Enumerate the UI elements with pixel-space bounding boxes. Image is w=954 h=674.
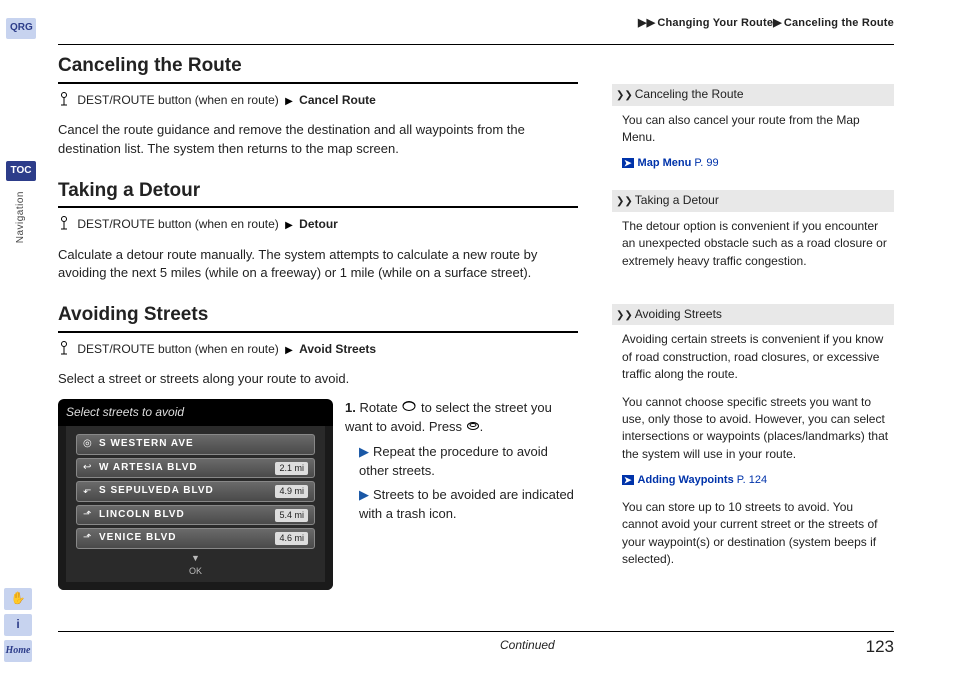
play-icon: ▶: [285, 220, 293, 231]
main-column: Canceling the Route DEST/ROUTE button (w…: [58, 52, 578, 590]
street-row[interactable]: ⬏LINCOLN BLVD5.4 mi: [76, 505, 315, 526]
continued-label: Continued: [500, 637, 555, 654]
triangle-icon: ▶: [359, 444, 369, 459]
turn-icon: ◎: [83, 437, 99, 452]
heading-cancel: Canceling the Route: [58, 52, 578, 84]
street-name: LINCOLN BLVD: [99, 508, 275, 523]
street-name: S SEPULVEDA BLVD: [99, 484, 275, 499]
sub-1: ▶Repeat the procedure to avoid other str…: [359, 443, 578, 481]
info-cancel-p1: You can also cancel your route from the …: [622, 112, 890, 147]
play-icon: ▶: [285, 345, 293, 356]
page-number: 123: [866, 635, 894, 660]
info-avoid-p2: You cannot choose specific streets you w…: [622, 394, 890, 464]
press-icon: [466, 419, 480, 434]
step-number: 1.: [345, 400, 356, 415]
chevrons-icon: ❯❯: [616, 90, 633, 101]
street-distance: 5.4 mi: [275, 509, 308, 522]
path-detour: DEST/ROUTE button (when en route) ▶ Deto…: [58, 216, 578, 235]
triangle-icon: ▶: [359, 487, 369, 502]
info-head-detour: ❯❯Taking a Detour: [612, 190, 894, 212]
qrg-tab[interactable]: QRG: [6, 18, 36, 39]
step-row: Select streets to avoid ◎S WESTERN AVE↩W…: [58, 399, 578, 590]
turn-icon: ↩: [83, 461, 99, 476]
path-cancel-pre: DEST/ROUTE button (when en route): [77, 93, 278, 107]
side-tabs: QRG TOC Navigation: [3, 18, 39, 243]
steps: 1. Rotate to select the street you want …: [345, 399, 578, 590]
ok-label: ▼OK: [76, 552, 315, 578]
chevrons-icon: ❯❯: [616, 196, 633, 207]
heading-detour: Taking a Detour: [58, 177, 578, 209]
path-detour-pre: DEST/ROUTE button (when en route): [77, 217, 278, 231]
toc-tab[interactable]: TOC: [6, 161, 36, 182]
side-nav-icons: ✋ i Home: [3, 588, 33, 662]
detour-body: Calculate a detour route manually. The s…: [58, 246, 578, 284]
street-name: VENICE BLVD: [99, 531, 275, 546]
avoid-body: Select a street or streets along your ro…: [58, 370, 578, 389]
street-name: W ARTESIA BLVD: [99, 461, 275, 476]
breadcrumb-sep: ▶: [773, 17, 782, 29]
info-detour: ❯❯Taking a Detour The detour option is c…: [612, 190, 894, 270]
street-row[interactable]: ⬏VENICE BLVD4.6 mi: [76, 528, 315, 549]
street-row[interactable]: ↩W ARTESIA BLVD2.1 mi: [76, 458, 315, 479]
play-icon: ▶: [285, 96, 293, 107]
turn-icon: ⬏: [83, 531, 99, 546]
info-icon[interactable]: i: [4, 614, 32, 636]
info-avoid-p1: Avoiding certain streets is convenient i…: [622, 331, 890, 383]
path-cancel-target: Cancel Route: [299, 93, 376, 107]
info-head-avoid: ❯❯Avoiding Streets: [612, 304, 894, 326]
info-cancel: ❯❯Canceling the Route You can also cance…: [612, 84, 894, 172]
xref-map-menu[interactable]: ➤Map Menu P. 99: [622, 156, 890, 172]
cancel-body: Cancel the route guidance and remove the…: [58, 121, 578, 159]
turn-icon: ⬐: [83, 484, 99, 499]
dest-icon: [58, 92, 70, 111]
step-1: 1. Rotate to select the street you want …: [345, 399, 578, 437]
street-distance: 2.1 mi: [275, 462, 308, 475]
breadcrumb: ▶▶Changing Your Route▶Canceling the Rout…: [638, 16, 894, 32]
dial-icon: [401, 400, 417, 415]
info-head-cancel: ❯❯Canceling the Route: [612, 84, 894, 106]
path-detour-target: Detour: [299, 217, 338, 231]
path-avoid: DEST/ROUTE button (when en route) ▶ Avoi…: [58, 341, 578, 360]
screenshot-title: Select streets to avoid: [58, 399, 333, 426]
path-avoid-target: Avoid Streets: [299, 342, 376, 356]
rule-top: [58, 44, 894, 45]
voice-icon[interactable]: ✋: [4, 588, 32, 610]
breadcrumb-bullets: ▶▶: [638, 17, 655, 29]
street-distance: 4.6 mi: [275, 532, 308, 545]
section-label: Navigation: [14, 191, 29, 243]
street-distance: 4.9 mi: [275, 485, 308, 498]
home-icon[interactable]: Home: [4, 640, 32, 662]
info-avoid: ❯❯Avoiding Streets Avoiding certain stre…: [612, 304, 894, 569]
street-name: S WESTERN AVE: [99, 437, 308, 452]
info-avoid-p3: You can store up to 10 streets to avoid.…: [622, 499, 890, 569]
sub-2: ▶Streets to be avoided are indicated wit…: [359, 486, 578, 524]
xref-waypoints[interactable]: ➤Adding Waypoints P. 124: [622, 473, 890, 489]
link-icon: ➤: [622, 475, 634, 485]
chevrons-icon: ❯❯: [616, 310, 633, 321]
breadcrumb-a[interactable]: Changing Your Route: [657, 17, 773, 29]
dest-icon: [58, 341, 70, 360]
screenshot-body: ◎S WESTERN AVE↩W ARTESIA BLVD2.1 mi⬐S SE…: [58, 426, 333, 590]
path-avoid-pre: DEST/ROUTE button (when en route): [77, 342, 278, 356]
turn-icon: ⬏: [83, 508, 99, 523]
path-cancel: DEST/ROUTE button (when en route) ▶ Canc…: [58, 92, 578, 111]
dest-icon: [58, 216, 70, 235]
street-row[interactable]: ⬐S SEPULVEDA BLVD4.9 mi: [76, 481, 315, 502]
heading-avoid: Avoiding Streets: [58, 301, 578, 333]
breadcrumb-b[interactable]: Canceling the Route: [784, 17, 894, 29]
street-row[interactable]: ◎S WESTERN AVE: [76, 434, 315, 455]
link-icon: ➤: [622, 158, 634, 168]
info-detour-p1: The detour option is convenient if you e…: [622, 218, 890, 270]
rule-bottom: [58, 631, 894, 632]
info-column: ❯❯Canceling the Route You can also cance…: [612, 84, 894, 587]
embedded-screenshot: Select streets to avoid ◎S WESTERN AVE↩W…: [58, 399, 333, 590]
